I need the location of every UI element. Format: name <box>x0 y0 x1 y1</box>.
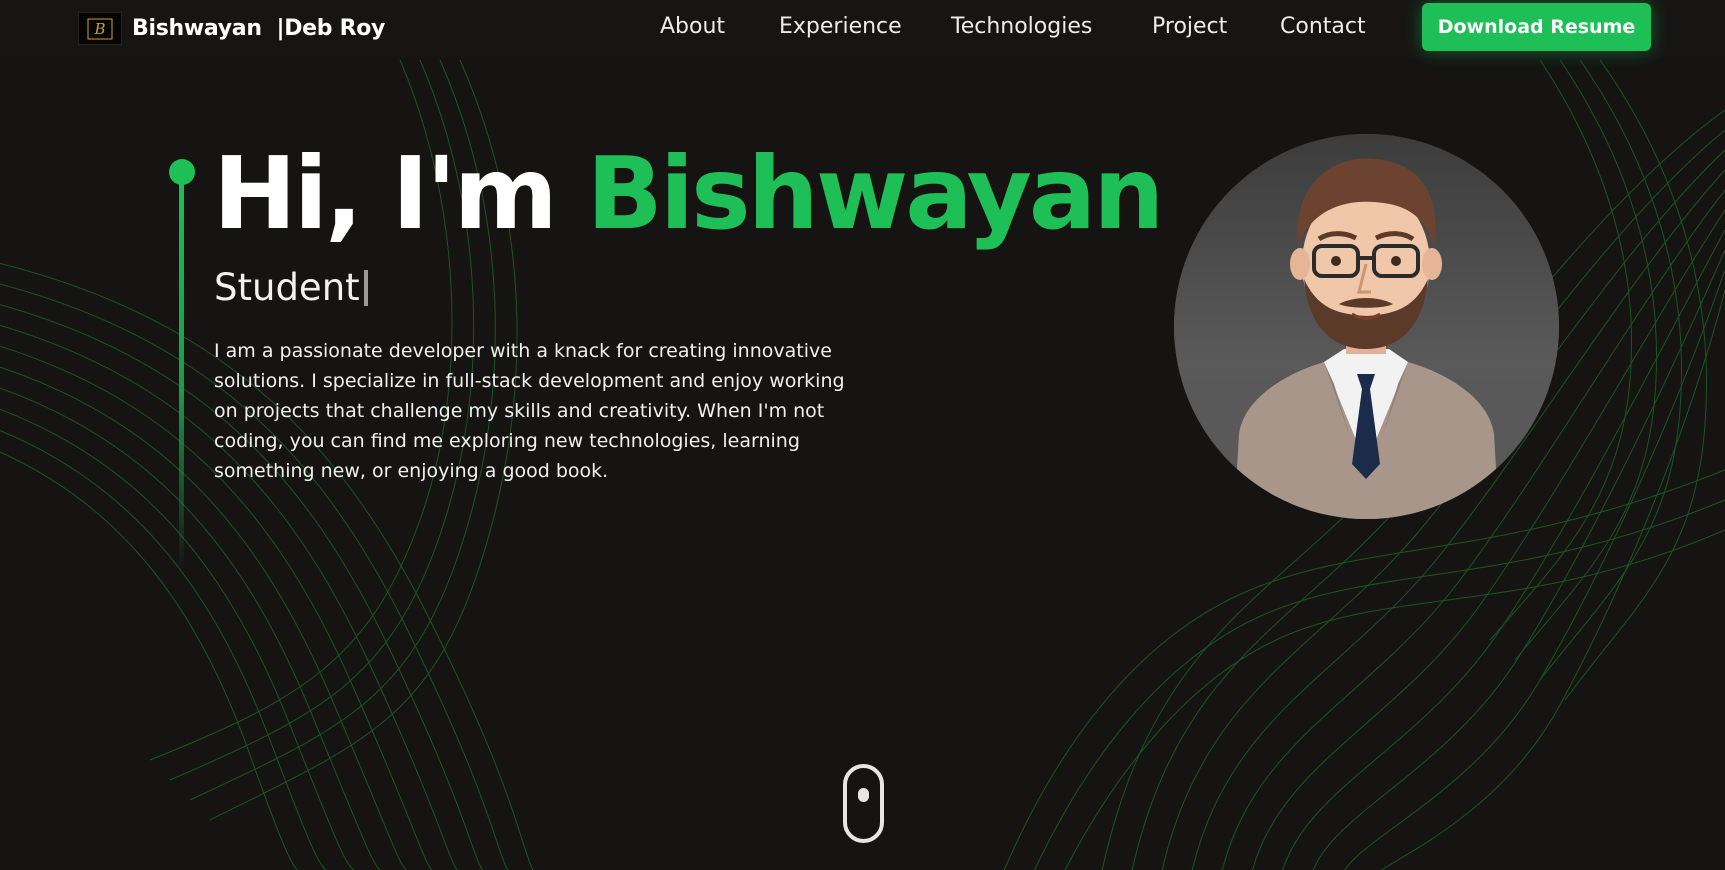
hero-greeting: Hi, I'm <box>213 135 558 252</box>
avatar-illustration-icon <box>1174 134 1559 519</box>
nav-item-about[interactable]: About <box>660 14 725 39</box>
navbar: B Bishwayan |Deb Roy About Experience Te… <box>0 0 1725 58</box>
nav-item-project[interactable]: Project <box>1152 14 1227 39</box>
hero-bio: I am a passionate developer with a knack… <box>214 340 845 482</box>
typing-cursor <box>363 269 368 306</box>
nav-item-contact[interactable]: Contact <box>1280 14 1366 39</box>
scroll-wheel-dot <box>858 788 869 802</box>
portfolio-page: B Bishwayan |Deb Roy About Experience Te… <box>0 0 1725 870</box>
nav-item-technologies[interactable]: Technologies <box>951 14 1092 39</box>
hero-name: Bishwayan <box>586 135 1165 252</box>
mouse-scroll-icon[interactable] <box>843 764 884 843</box>
download-resume-button[interactable]: Download Resume <box>1422 3 1651 51</box>
hero-role: Student <box>214 266 368 309</box>
timeline-line <box>179 172 184 570</box>
hero-role-text: Student <box>214 266 360 309</box>
timeline-dot <box>169 159 195 185</box>
nav-item-experience[interactable]: Experience <box>779 14 902 39</box>
avatar <box>1174 134 1559 519</box>
hero-title: Hi, I'm Bishwayan <box>213 134 1165 254</box>
